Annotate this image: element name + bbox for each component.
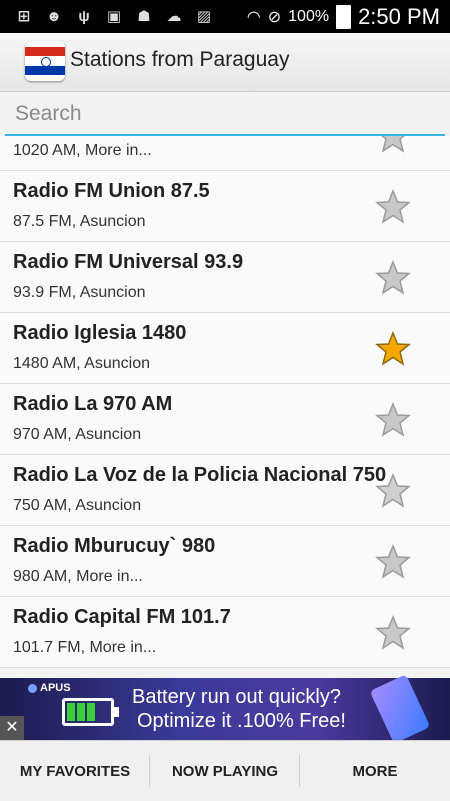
- status-bar: ⊞ ☻ ψ ▣ ☗ ☁ ▨ ◠ ⊘ 100% 2:50 PM: [0, 0, 450, 33]
- ad-close-button[interactable]: ✕: [0, 716, 24, 740]
- station-name: Radio La 970 AM: [13, 393, 173, 415]
- star-icon[interactable]: [375, 136, 411, 154]
- notification-icons: ⊞ ☻ ψ ▣ ☗ ☁ ▨: [14, 6, 214, 26]
- station-list[interactable]: 1020 AM, More in... Radio FM Union 87.5 …: [0, 136, 450, 678]
- station-info: 980 AM, More in...: [13, 568, 143, 585]
- apus-logo-icon: [28, 683, 37, 693]
- star-icon[interactable]: [375, 473, 411, 509]
- station-info: 970 AM, Asuncion: [13, 426, 142, 443]
- ad-subline: Optimize it .100% Free!: [137, 710, 346, 732]
- tab-more[interactable]: MORE: [300, 741, 450, 801]
- list-item[interactable]: Radio Iglesia 1480 1480 AM, Asuncion: [0, 313, 450, 384]
- wifi-icon: ◠: [246, 9, 261, 26]
- ad-headline: Battery run out quickly?: [132, 686, 341, 708]
- station-info: 101.7 FM, More in...: [13, 639, 157, 656]
- station-name: Radio Capital FM 101.7: [13, 606, 231, 628]
- bottom-tab-bar: MY FAVORITES NOW PLAYING MORE: [0, 740, 450, 801]
- ad-brand-label: APUS: [40, 682, 71, 694]
- station-info: 93.9 FM, Asuncion: [13, 284, 146, 301]
- usb-icon: ψ: [78, 7, 90, 25]
- list-item[interactable]: Radio Capital FM 101.7 101.7 FM, More in…: [0, 597, 450, 668]
- star-icon[interactable]: [375, 615, 411, 651]
- tab-my-favorites[interactable]: MY FAVORITES: [0, 741, 150, 801]
- status-right: ◠ ⊘ 100% 2:50 PM: [247, 4, 440, 30]
- station-name: Radio FM Union 87.5: [13, 180, 210, 202]
- cloud-upload-icon: ☁: [166, 8, 182, 25]
- add-box-icon: ⊞: [17, 8, 31, 25]
- battery-percent: 100%: [288, 8, 330, 25]
- star-icon[interactable]: [375, 544, 411, 580]
- image-icon: ▨: [196, 8, 212, 25]
- station-info: 750 AM, Asuncion: [13, 497, 142, 514]
- star-filled-icon[interactable]: [375, 331, 411, 367]
- no-sim-icon: ⊘: [267, 9, 282, 26]
- app-bar: Stations from Paraguay: [0, 33, 450, 92]
- station-info: 87.5 FM, Asuncion: [13, 213, 146, 230]
- station-name: Radio La Voz de la Policia Nacional 750: [13, 464, 387, 486]
- page-title: Stations from Paraguay: [70, 48, 290, 71]
- battery-icon: [336, 5, 352, 29]
- battery-ad-icon: [62, 698, 119, 726]
- search-input[interactable]: [5, 96, 445, 132]
- star-icon[interactable]: [375, 189, 411, 225]
- list-item[interactable]: Radio La Voz de la Policia Nacional 750 …: [0, 455, 450, 526]
- star-icon[interactable]: [375, 260, 411, 296]
- app-icon: ▣: [106, 8, 122, 25]
- clock: 2:50 PM: [358, 4, 440, 29]
- search-bar[interactable]: [5, 96, 445, 136]
- list-item[interactable]: 1020 AM, More in...: [0, 136, 450, 171]
- android-icon: ☗: [137, 8, 151, 25]
- paraguay-flag-icon[interactable]: [25, 41, 65, 81]
- list-item[interactable]: Radio Mburucuy` 980 980 AM, More in...: [0, 526, 450, 597]
- station-name: Radio Iglesia 1480: [13, 322, 187, 344]
- list-item[interactable]: Radio FM Universal 93.9 93.9 FM, Asuncio…: [0, 242, 450, 313]
- list-item[interactable]: Radio La 970 AM 970 AM, Asuncion: [0, 384, 450, 455]
- station-name: Radio FM Universal 93.9: [13, 251, 244, 273]
- ad-brand: APUS: [28, 682, 71, 694]
- chat-icon: ☻: [46, 7, 62, 25]
- tab-now-playing[interactable]: NOW PLAYING: [150, 741, 300, 801]
- station-info: 1020 AM, More in...: [13, 142, 152, 159]
- star-icon[interactable]: [375, 402, 411, 438]
- station-name: Radio Mburucuy` 980: [13, 535, 216, 557]
- list-item[interactable]: Radio FM Union 87.5 87.5 FM, Asuncion: [0, 171, 450, 242]
- station-info: 1480 AM, Asuncion: [13, 355, 150, 372]
